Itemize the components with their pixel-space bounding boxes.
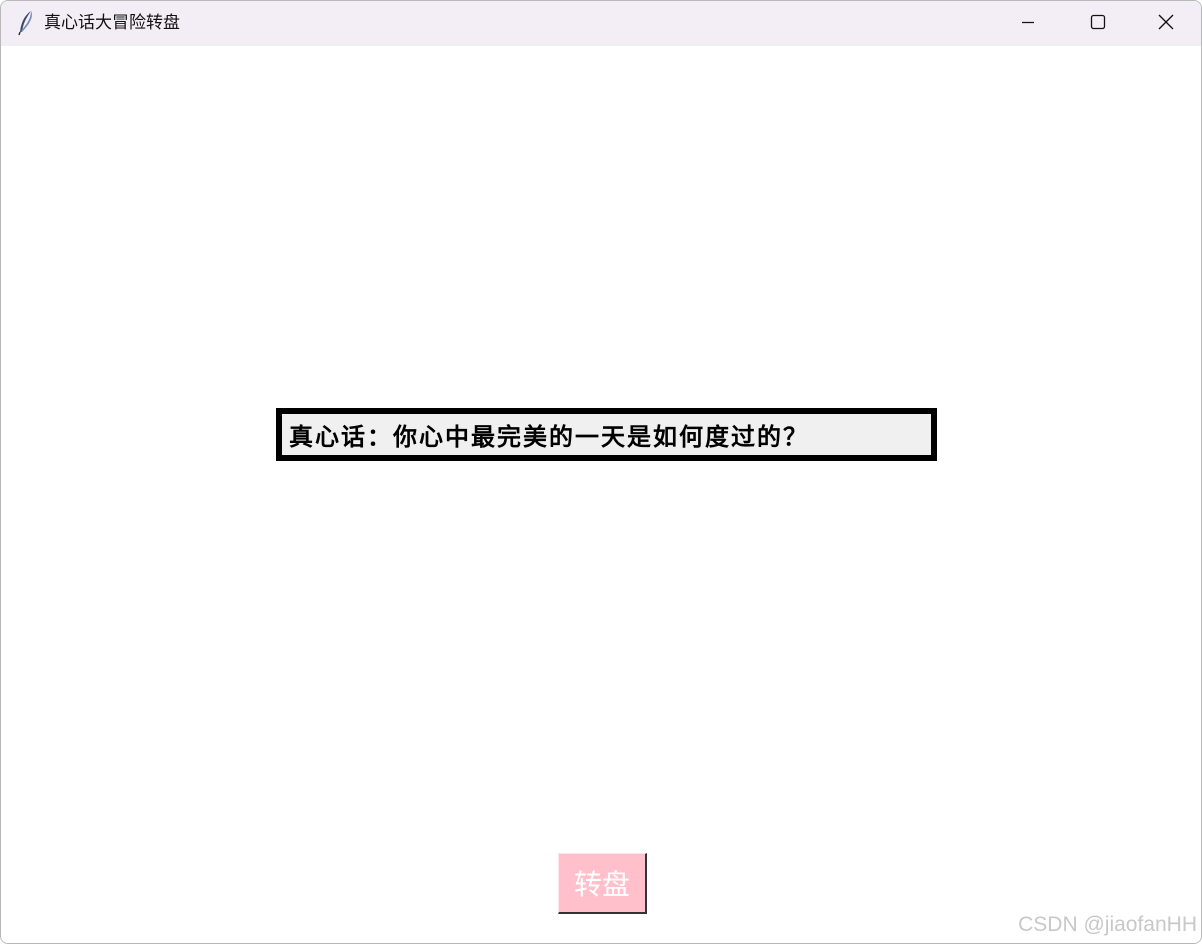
minimize-button[interactable] [993,1,1063,46]
maximize-icon [1090,14,1106,34]
close-button[interactable] [1131,1,1201,46]
watermark: CSDN @jiaofanHH [1018,913,1197,936]
question-label: 真心话：你心中最完美的一天是如何度过的？ [276,408,937,461]
maximize-button[interactable] [1063,1,1133,46]
window-title: 真心话大冒险转盘 [44,13,180,33]
main-content: 真心话：你心中最完美的一天是如何度过的？ 转盘 [1,46,1201,943]
feather-icon [16,10,36,36]
title-bar[interactable]: 真心话大冒险转盘 [1,1,1201,46]
app-window: 真心话大冒险转盘 真心话：你心中最完美的一天是如何度过的？ 转盘 CSDN @j… [0,0,1202,944]
spin-button[interactable]: 转盘 [558,853,647,914]
close-icon [1157,13,1175,35]
minimize-icon [1020,14,1036,34]
